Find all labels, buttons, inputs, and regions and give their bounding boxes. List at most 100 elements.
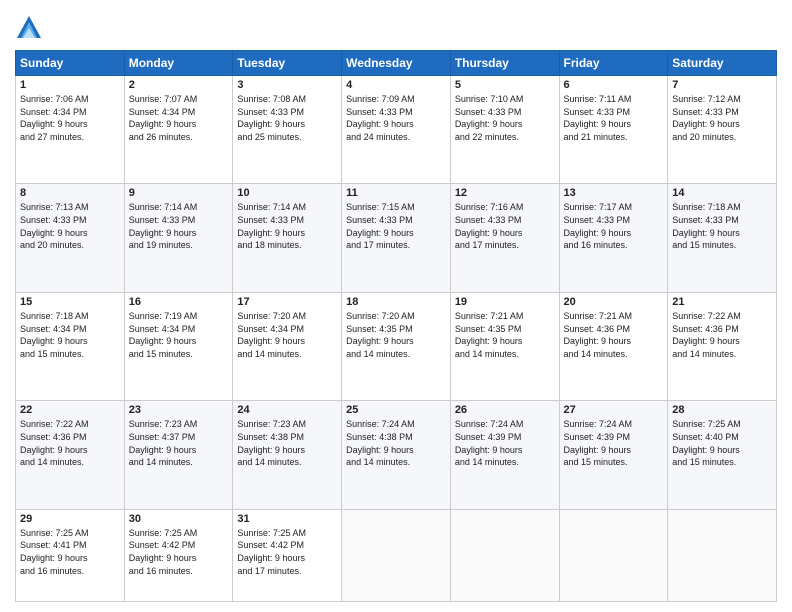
calendar-cell: 23 Sunrise: 7:23 AM Sunset: 4:37 PM Dayli… <box>124 401 233 509</box>
day-number: 13 <box>564 187 664 199</box>
calendar-cell <box>668 509 777 601</box>
day-number: 3 <box>237 79 337 91</box>
calendar-week-row: 1Sunrise: 7:06 AM Sunset: 4:34 PM Daylig… <box>16 76 777 184</box>
calendar-cell: 18Sunrise: 7:20 AM Sunset: 4:35 PM Dayli… <box>342 292 451 400</box>
day-info: Sunrise: 7:22 AM Sunset: 4:36 PM Dayligh… <box>672 310 772 360</box>
calendar-cell: 31 Sunrise: 7:25 AM Sunset: 4:42 PM Dayli… <box>233 509 342 601</box>
day-info: Sunrise: 7:18 AM Sunset: 4:33 PM Dayligh… <box>672 201 772 251</box>
day-info: Sunrise: 7:21 AM Sunset: 4:35 PM Dayligh… <box>455 310 555 360</box>
day-info: Sunrise: 7:25 AM Sunset: 4:41 PM Dayligh… <box>20 527 120 577</box>
day-info: Sunrise: 7:21 AM Sunset: 4:36 PM Dayligh… <box>564 310 664 360</box>
calendar-cell: 26Sunrise: 7:24 AM Sunset: 4:39 PM Dayli… <box>450 401 559 509</box>
calendar-cell: 4Sunrise: 7:09 AM Sunset: 4:33 PM Daylig… <box>342 76 451 184</box>
logo-icon <box>15 14 43 42</box>
day-info: Sunrise: 7:19 AM Sunset: 4:34 PM Dayligh… <box>129 310 229 360</box>
weekday-header-thursday: Thursday <box>450 51 559 76</box>
header <box>15 10 777 42</box>
calendar-cell: 25 Sunrise: 7:24 AM Sunset: 4:38 PM Dayli… <box>342 401 451 509</box>
calendar-cell <box>342 509 451 601</box>
logo <box>15 14 45 42</box>
calendar-cell: 16 Sunrise: 7:19 AM Sunset: 4:34 PM Dayli… <box>124 292 233 400</box>
calendar-cell <box>559 509 668 601</box>
day-number: 5 <box>455 79 555 91</box>
day-info: Sunrise: 7:24 AM Sunset: 4:39 PM Dayligh… <box>564 418 664 468</box>
day-info: Sunrise: 7:12 AM Sunset: 4:33 PM Dayligh… <box>672 93 772 143</box>
weekday-header-sunday: Sunday <box>16 51 125 76</box>
weekday-header-row: SundayMondayTuesdayWednesdayThursdayFrid… <box>16 51 777 76</box>
day-number: 31 <box>237 513 337 525</box>
day-info: Sunrise: 7:06 AM Sunset: 4:34 PM Dayligh… <box>20 93 120 143</box>
calendar-week-row: 15 Sunrise: 7:18 AM Sunset: 4:34 PM Dayli… <box>16 292 777 400</box>
calendar-week-row: 22 Sunrise: 7:22 AM Sunset: 4:36 PM Dayli… <box>16 401 777 509</box>
day-number: 12 <box>455 187 555 199</box>
calendar-table: SundayMondayTuesdayWednesdayThursdayFrid… <box>15 50 777 602</box>
day-info: Sunrise: 7:14 AM Sunset: 4:33 PM Dayligh… <box>129 201 229 251</box>
day-number: 24 <box>237 404 337 416</box>
calendar-cell <box>450 509 559 601</box>
day-number: 11 <box>346 187 446 199</box>
day-number: 27 <box>564 404 664 416</box>
day-number: 6 <box>564 79 664 91</box>
day-info: Sunrise: 7:18 AM Sunset: 4:34 PM Dayligh… <box>20 310 120 360</box>
day-info: Sunrise: 7:23 AM Sunset: 4:37 PM Dayligh… <box>129 418 229 468</box>
day-number: 2 <box>129 79 229 91</box>
day-info: Sunrise: 7:23 AM Sunset: 4:38 PM Dayligh… <box>237 418 337 468</box>
calendar-cell: 6Sunrise: 7:11 AM Sunset: 4:33 PM Daylig… <box>559 76 668 184</box>
day-info: Sunrise: 7:24 AM Sunset: 4:38 PM Dayligh… <box>346 418 446 468</box>
day-number: 16 <box>129 296 229 308</box>
day-info: Sunrise: 7:25 AM Sunset: 4:42 PM Dayligh… <box>129 527 229 577</box>
calendar-cell: 17 Sunrise: 7:20 AM Sunset: 4:34 PM Dayli… <box>233 292 342 400</box>
calendar-cell: 8Sunrise: 7:13 AM Sunset: 4:33 PM Daylig… <box>16 184 125 292</box>
day-number: 14 <box>672 187 772 199</box>
page: SundayMondayTuesdayWednesdayThursdayFrid… <box>0 0 792 612</box>
day-info: Sunrise: 7:16 AM Sunset: 4:33 PM Dayligh… <box>455 201 555 251</box>
day-info: Sunrise: 7:08 AM Sunset: 4:33 PM Dayligh… <box>237 93 337 143</box>
calendar-cell: 29 Sunrise: 7:25 AM Sunset: 4:41 PM Dayli… <box>16 509 125 601</box>
calendar-cell: 14 Sunrise: 7:18 AM Sunset: 4:33 PM Dayli… <box>668 184 777 292</box>
calendar-cell: 21 Sunrise: 7:22 AM Sunset: 4:36 PM Dayli… <box>668 292 777 400</box>
weekday-header-wednesday: Wednesday <box>342 51 451 76</box>
weekday-header-monday: Monday <box>124 51 233 76</box>
day-number: 23 <box>129 404 229 416</box>
day-number: 30 <box>129 513 229 525</box>
calendar-cell: 9 Sunrise: 7:14 AM Sunset: 4:33 PM Daylig… <box>124 184 233 292</box>
day-number: 22 <box>20 404 120 416</box>
day-number: 19 <box>455 296 555 308</box>
day-number: 25 <box>346 404 446 416</box>
calendar-cell: 22 Sunrise: 7:22 AM Sunset: 4:36 PM Dayli… <box>16 401 125 509</box>
day-number: 15 <box>20 296 120 308</box>
calendar-cell: 19 Sunrise: 7:21 AM Sunset: 4:35 PM Dayli… <box>450 292 559 400</box>
calendar-cell: 28Sunrise: 7:25 AM Sunset: 4:40 PM Dayli… <box>668 401 777 509</box>
calendar-cell: 10Sunrise: 7:14 AM Sunset: 4:33 PM Dayli… <box>233 184 342 292</box>
day-info: Sunrise: 7:07 AM Sunset: 4:34 PM Dayligh… <box>129 93 229 143</box>
calendar-cell: 20 Sunrise: 7:21 AM Sunset: 4:36 PM Dayli… <box>559 292 668 400</box>
calendar-cell: 2 Sunrise: 7:07 AM Sunset: 4:34 PM Daylig… <box>124 76 233 184</box>
day-number: 20 <box>564 296 664 308</box>
day-number: 28 <box>672 404 772 416</box>
day-info: Sunrise: 7:10 AM Sunset: 4:33 PM Dayligh… <box>455 93 555 143</box>
day-number: 4 <box>346 79 446 91</box>
weekday-header-friday: Friday <box>559 51 668 76</box>
calendar-cell: 11Sunrise: 7:15 AM Sunset: 4:33 PM Dayli… <box>342 184 451 292</box>
calendar-cell: 7 Sunrise: 7:12 AM Sunset: 4:33 PM Daylig… <box>668 76 777 184</box>
day-number: 21 <box>672 296 772 308</box>
day-info: Sunrise: 7:22 AM Sunset: 4:36 PM Dayligh… <box>20 418 120 468</box>
day-info: Sunrise: 7:25 AM Sunset: 4:42 PM Dayligh… <box>237 527 337 577</box>
calendar-week-row: 8Sunrise: 7:13 AM Sunset: 4:33 PM Daylig… <box>16 184 777 292</box>
day-info: Sunrise: 7:20 AM Sunset: 4:35 PM Dayligh… <box>346 310 446 360</box>
day-number: 10 <box>237 187 337 199</box>
calendar-cell: 3 Sunrise: 7:08 AM Sunset: 4:33 PM Daylig… <box>233 76 342 184</box>
calendar-week-row: 29 Sunrise: 7:25 AM Sunset: 4:41 PM Dayli… <box>16 509 777 601</box>
day-number: 7 <box>672 79 772 91</box>
day-number: 29 <box>20 513 120 525</box>
day-number: 9 <box>129 187 229 199</box>
day-number: 8 <box>20 187 120 199</box>
day-number: 26 <box>455 404 555 416</box>
calendar-cell: 12 Sunrise: 7:16 AM Sunset: 4:33 PM Dayli… <box>450 184 559 292</box>
day-number: 17 <box>237 296 337 308</box>
calendar-cell: 13 Sunrise: 7:17 AM Sunset: 4:33 PM Dayli… <box>559 184 668 292</box>
day-info: Sunrise: 7:20 AM Sunset: 4:34 PM Dayligh… <box>237 310 337 360</box>
calendar-cell: 24 Sunrise: 7:23 AM Sunset: 4:38 PM Dayli… <box>233 401 342 509</box>
calendar-cell: 27 Sunrise: 7:24 AM Sunset: 4:39 PM Dayli… <box>559 401 668 509</box>
day-info: Sunrise: 7:17 AM Sunset: 4:33 PM Dayligh… <box>564 201 664 251</box>
